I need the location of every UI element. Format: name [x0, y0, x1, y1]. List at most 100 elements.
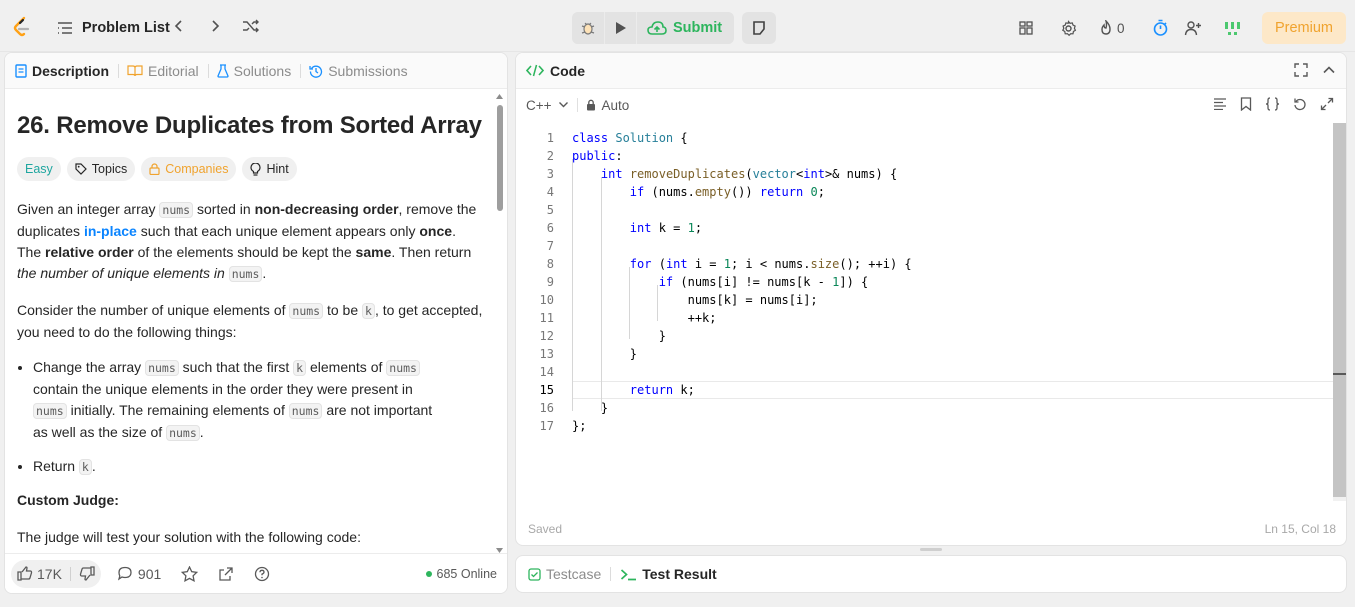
- online-label: 685 Online: [436, 566, 497, 581]
- bookmark-icon[interactable]: [1240, 97, 1252, 111]
- premium-button[interactable]: Premium: [1262, 12, 1346, 44]
- hint-tag[interactable]: Hint: [242, 157, 297, 181]
- inline-code: nums: [33, 403, 67, 419]
- line-number: 17: [539, 419, 554, 433]
- chevron-down-icon: [558, 101, 569, 109]
- thumbs-up-icon[interactable]: [17, 566, 33, 581]
- text-segment: Consider the number of unique elements o…: [17, 302, 290, 318]
- problem-list-button[interactable]: Problem List: [57, 12, 170, 44]
- text-segment: .: [262, 265, 267, 281]
- code-line: class Solution {: [572, 131, 688, 145]
- list-item: Return k.: [33, 456, 483, 478]
- tab-solutions[interactable]: Solutions: [216, 62, 301, 79]
- test-panel: Testcase Test Result: [515, 555, 1347, 593]
- random-problem-button[interactable]: [242, 12, 268, 40]
- cursor-marker: [1333, 373, 1346, 375]
- scroll-thumb[interactable]: [497, 105, 503, 211]
- code-line: nums[k] = nums[i];: [572, 293, 818, 307]
- description-paragraph-1: Given an integer array nums sorted in no…: [17, 199, 483, 285]
- resize-handle[interactable]: [920, 548, 942, 551]
- inline-code: nums: [166, 425, 200, 441]
- layout-button[interactable]: [1018, 12, 1034, 44]
- code-line: if (nums.empty()) return 0;: [629, 185, 825, 199]
- tab-testcase[interactable]: Testcase: [528, 566, 601, 582]
- topics-tag[interactable]: Topics: [66, 157, 136, 181]
- checkbox-icon: [528, 567, 541, 581]
- submit-button[interactable]: Submit: [636, 12, 735, 44]
- line-number: 9: [546, 275, 554, 289]
- braces-icon[interactable]: [1265, 97, 1280, 111]
- problem-title[interactable]: 26. Remove Duplicates from Sorted Array: [17, 112, 483, 140]
- code-editor[interactable]: 1 2 3 4 5 6 7 8 9 10 11 12 13 14 15 16 1…: [516, 123, 1346, 513]
- mode-label: Auto: [601, 97, 630, 113]
- lightbulb-icon: [250, 162, 262, 176]
- line-number: 13: [539, 347, 554, 361]
- line-number: 1: [546, 131, 554, 145]
- custom-judge-heading: Custom Judge:: [17, 492, 119, 508]
- run-button[interactable]: [604, 12, 636, 44]
- debug-button[interactable]: [572, 12, 604, 44]
- tab-solutions-label: Solutions: [233, 62, 292, 79]
- activity-button[interactable]: [1223, 12, 1243, 44]
- text-segment: to be: [323, 302, 363, 318]
- text-segment: of the elements should be kept the: [133, 244, 356, 260]
- add-user-icon: [1184, 20, 1202, 36]
- problem-tags: Easy Topics Companies Hint: [17, 157, 483, 181]
- format-icon[interactable]: [1213, 98, 1227, 110]
- timer-button[interactable]: [1152, 12, 1169, 44]
- language-select[interactable]: C++: [526, 98, 569, 113]
- difficulty-badge: Easy: [17, 157, 61, 181]
- tab-description[interactable]: Description: [15, 63, 118, 79]
- comment-count: 901: [137, 565, 162, 582]
- description-content[interactable]: 26. Remove Duplicates from Sorted Array …: [5, 89, 495, 551]
- prev-problem-button[interactable]: [174, 12, 200, 40]
- text-segment: . Then return: [391, 244, 472, 260]
- tab-test-result[interactable]: Test Result: [620, 566, 717, 582]
- companies-tag[interactable]: Companies: [141, 157, 237, 181]
- tab-description-label: Description: [32, 62, 110, 79]
- list-icon: [57, 21, 73, 35]
- tab-editorial[interactable]: Editorial: [127, 63, 208, 79]
- chevron-right-icon: [210, 19, 220, 33]
- reset-icon[interactable]: [1293, 97, 1307, 111]
- bars-icon: [1223, 20, 1243, 36]
- tab-submissions[interactable]: Submissions: [309, 63, 416, 79]
- auto-mode-toggle[interactable]: Auto: [586, 97, 630, 113]
- play-icon: [615, 21, 627, 35]
- hint-label: Hint: [266, 162, 289, 176]
- share-icon[interactable]: [218, 566, 234, 582]
- streak-counter[interactable]: 0: [1099, 12, 1125, 44]
- companies-label: Companies: [165, 162, 229, 176]
- editor-scrollbar[interactable]: [1333, 123, 1346, 501]
- in-place-link[interactable]: in-place: [84, 223, 137, 239]
- editor-actions: [1213, 97, 1334, 111]
- notes-button[interactable]: [742, 12, 776, 44]
- tag-icon: [75, 163, 87, 175]
- like-count[interactable]: 17K: [37, 566, 62, 582]
- code-line: }: [572, 347, 638, 361]
- bold-text: once: [419, 223, 453, 239]
- thumbs-down-icon[interactable]: [79, 566, 95, 581]
- star-icon[interactable]: [181, 565, 199, 582]
- fullscreen-icon[interactable]: [1294, 63, 1308, 77]
- bold-text: relative order: [45, 244, 134, 260]
- lock-icon: [586, 99, 596, 111]
- inline-code: k: [362, 303, 375, 319]
- flask-icon: [216, 63, 229, 78]
- code-line: }: [572, 401, 609, 415]
- inline-code: nums: [159, 202, 194, 218]
- comments-button[interactable]: 901: [117, 566, 161, 582]
- description-scrollbar[interactable]: [495, 93, 504, 553]
- add-collaborator-button[interactable]: [1184, 12, 1202, 44]
- collapse-icon[interactable]: [1322, 63, 1336, 77]
- description-panel: Description Editorial Solutions Submissi…: [4, 52, 508, 594]
- flame-icon: [1099, 20, 1113, 36]
- scroll-thumb[interactable]: [1333, 123, 1346, 497]
- tab-submissions-label: Submissions: [328, 62, 408, 79]
- leetcode-logo[interactable]: [11, 16, 33, 38]
- italic-text: the number of unique elements in: [17, 265, 229, 281]
- settings-button[interactable]: [1060, 12, 1077, 44]
- expand-icon[interactable]: [1320, 97, 1334, 111]
- next-problem-button[interactable]: [210, 12, 236, 40]
- help-icon[interactable]: [254, 566, 270, 582]
